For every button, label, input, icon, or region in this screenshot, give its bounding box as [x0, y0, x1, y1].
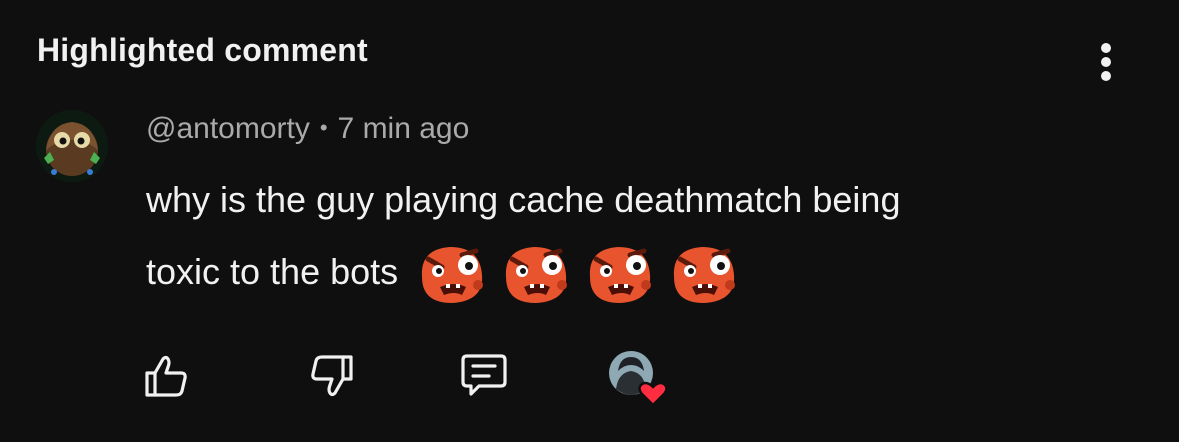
- dislike-button[interactable]: [306, 350, 358, 402]
- emoji-row: [414, 237, 740, 307]
- like-button[interactable]: [140, 350, 192, 402]
- reply-icon: [461, 354, 507, 396]
- comment-text-line1: why is the guy playing cache deathmatch …: [146, 179, 901, 220]
- more-vert-icon: [1101, 43, 1111, 81]
- thumbs-down-icon: [311, 355, 353, 397]
- comment-text: why is the guy playing cache deathmatch …: [146, 164, 1106, 308]
- more-options-button[interactable]: [1086, 40, 1126, 84]
- meta-separator: •: [319, 115, 328, 140]
- angry-face-emoji: [590, 247, 652, 303]
- author-avatar[interactable]: [36, 110, 108, 182]
- reply-button[interactable]: [458, 350, 510, 402]
- comment-timestamp: 7 min ago: [337, 112, 470, 145]
- avatar-image: [36, 110, 108, 182]
- comment-text-line2: toxic to the bots: [146, 251, 399, 292]
- comment-author[interactable]: @antomorty: [146, 112, 310, 145]
- comment-text-line2-row: toxic to the bots: [146, 236, 1106, 308]
- thumbs-up-icon: [145, 355, 187, 397]
- angry-face-emoji: [674, 247, 736, 303]
- angry-face-emoji: [506, 247, 568, 303]
- creator-heart-badge: [606, 349, 670, 407]
- section-title: Highlighted comment: [37, 32, 368, 68]
- comment-meta: @antomorty • 7 min ago: [146, 112, 469, 146]
- angry-face-emoji: [422, 247, 484, 303]
- creator-heart-icon: [609, 351, 668, 407]
